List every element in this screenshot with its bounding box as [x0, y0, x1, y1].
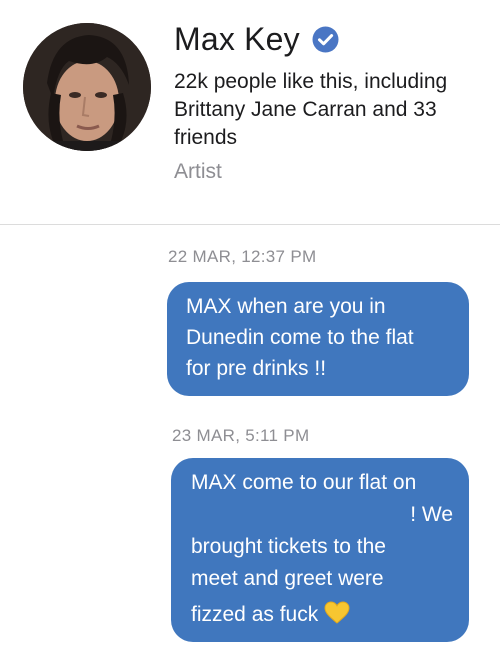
avatar[interactable]: [23, 23, 151, 151]
yellow-heart-icon: [324, 601, 350, 624]
message-bubble[interactable]: MAX when are you in Dunedin come to the …: [167, 282, 469, 396]
page-category: Artist: [174, 160, 222, 183]
message-line: MAX when are you in: [186, 295, 386, 318]
divider: [0, 224, 500, 225]
message-line: Dunedin come to the flat: [186, 326, 414, 349]
message-line: ! We: [410, 503, 453, 526]
profile-photo: [23, 23, 151, 151]
profile-name[interactable]: Max Key: [174, 21, 300, 58]
message-line: meet and greet were: [191, 567, 384, 590]
message-timestamp: 23 MAR, 5:11 PM: [172, 426, 310, 445]
message-line-with-emoji: fizzed as fuck: [191, 599, 453, 631]
message-line: for pre drinks !!: [186, 357, 327, 380]
message-bubble[interactable]: MAX come to our flat on ! We brought tic…: [171, 458, 469, 642]
message-line: MAX come to our flat on: [191, 471, 417, 494]
message-timestamp: 22 MAR, 12:37 PM: [168, 247, 317, 266]
likes-summary: 22k people like this, including Brittany…: [174, 70, 448, 149]
name-row: Max Key: [174, 18, 339, 60]
message-line: brought tickets to the: [191, 535, 386, 558]
page-profile-header: Max Key 22k people like this, including …: [0, 0, 500, 224]
verified-badge-icon: [312, 26, 339, 52]
message-line: fizzed as fuck: [191, 603, 319, 626]
